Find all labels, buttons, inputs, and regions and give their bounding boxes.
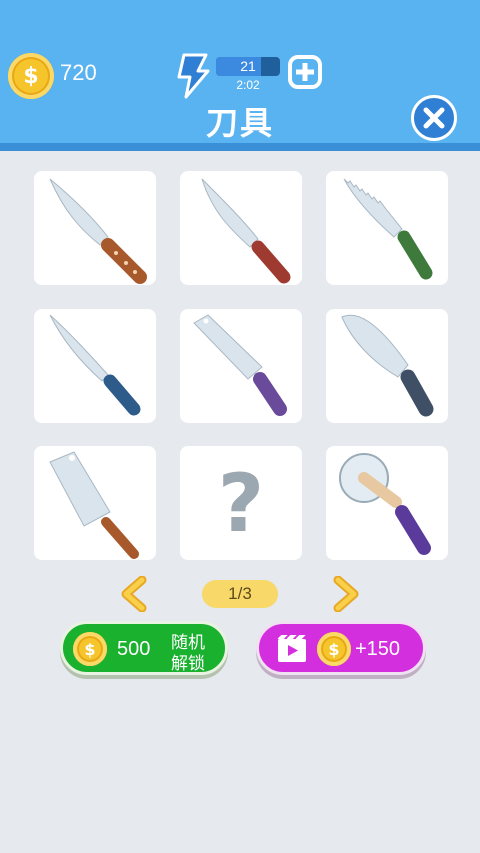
next-page-button[interactable] [328, 575, 362, 613]
chef-knife-red-icon [201, 178, 291, 284]
pizza-cutter-purple-icon [339, 453, 431, 555]
item-card-cleaver-brown[interactable] [34, 446, 156, 560]
close-icon [423, 107, 445, 129]
add-energy-icon [288, 55, 322, 89]
coin-count: 720 [60, 60, 97, 85]
add-energy-button[interactable] [288, 55, 322, 89]
lightning-icon [174, 53, 212, 99]
random-unlock-button[interactable]: $ 500 随机 解锁 [60, 621, 228, 675]
item-card-nakiri-knife-purple[interactable] [180, 309, 302, 423]
item-card-chef-knife-brown[interactable] [34, 171, 156, 285]
boning-knife-blue-icon [49, 314, 141, 416]
prev-page-button[interactable] [118, 575, 152, 613]
chevron-right-icon [333, 575, 359, 613]
item-card-boning-knife-blue[interactable] [34, 309, 156, 423]
santoku-knife-gray-icon [341, 314, 434, 417]
item-card-locked[interactable]: ? [180, 446, 302, 560]
coin-icon: $ [317, 632, 351, 666]
watch-ad-button[interactable]: $ +150 [256, 621, 426, 675]
item-card-pizza-cutter-purple[interactable] [326, 446, 448, 560]
chevron-left-icon [121, 575, 147, 613]
header-divider [0, 143, 480, 151]
nakiri-knife-purple-icon [193, 314, 287, 416]
video-ad-icon [277, 635, 306, 662]
energy-count: 21 [240, 58, 256, 74]
energy-bar: 21 [216, 57, 280, 76]
coin-icon: $ [8, 53, 54, 99]
page-title: 刀具 [205, 104, 274, 142]
unlock-label-line2: 解锁 [171, 654, 205, 674]
page-indicator: 1/3 [202, 580, 278, 608]
cleaver-brown-icon [49, 451, 139, 559]
ad-reward: +150 [355, 638, 401, 660]
chef-knife-brown-icon [49, 178, 147, 284]
item-card-serrated-knife-green[interactable] [326, 171, 448, 285]
unlock-price: 500 [117, 638, 151, 660]
item-card-santoku-knife-gray[interactable] [326, 309, 448, 423]
item-card-chef-knife-red[interactable] [180, 171, 302, 285]
energy-timer: 2:02 [236, 78, 260, 92]
question-mark-icon: ? [217, 456, 265, 550]
coin-icon: $ [73, 632, 107, 666]
close-button[interactable] [411, 95, 457, 141]
serrated-knife-green-icon [343, 178, 433, 280]
